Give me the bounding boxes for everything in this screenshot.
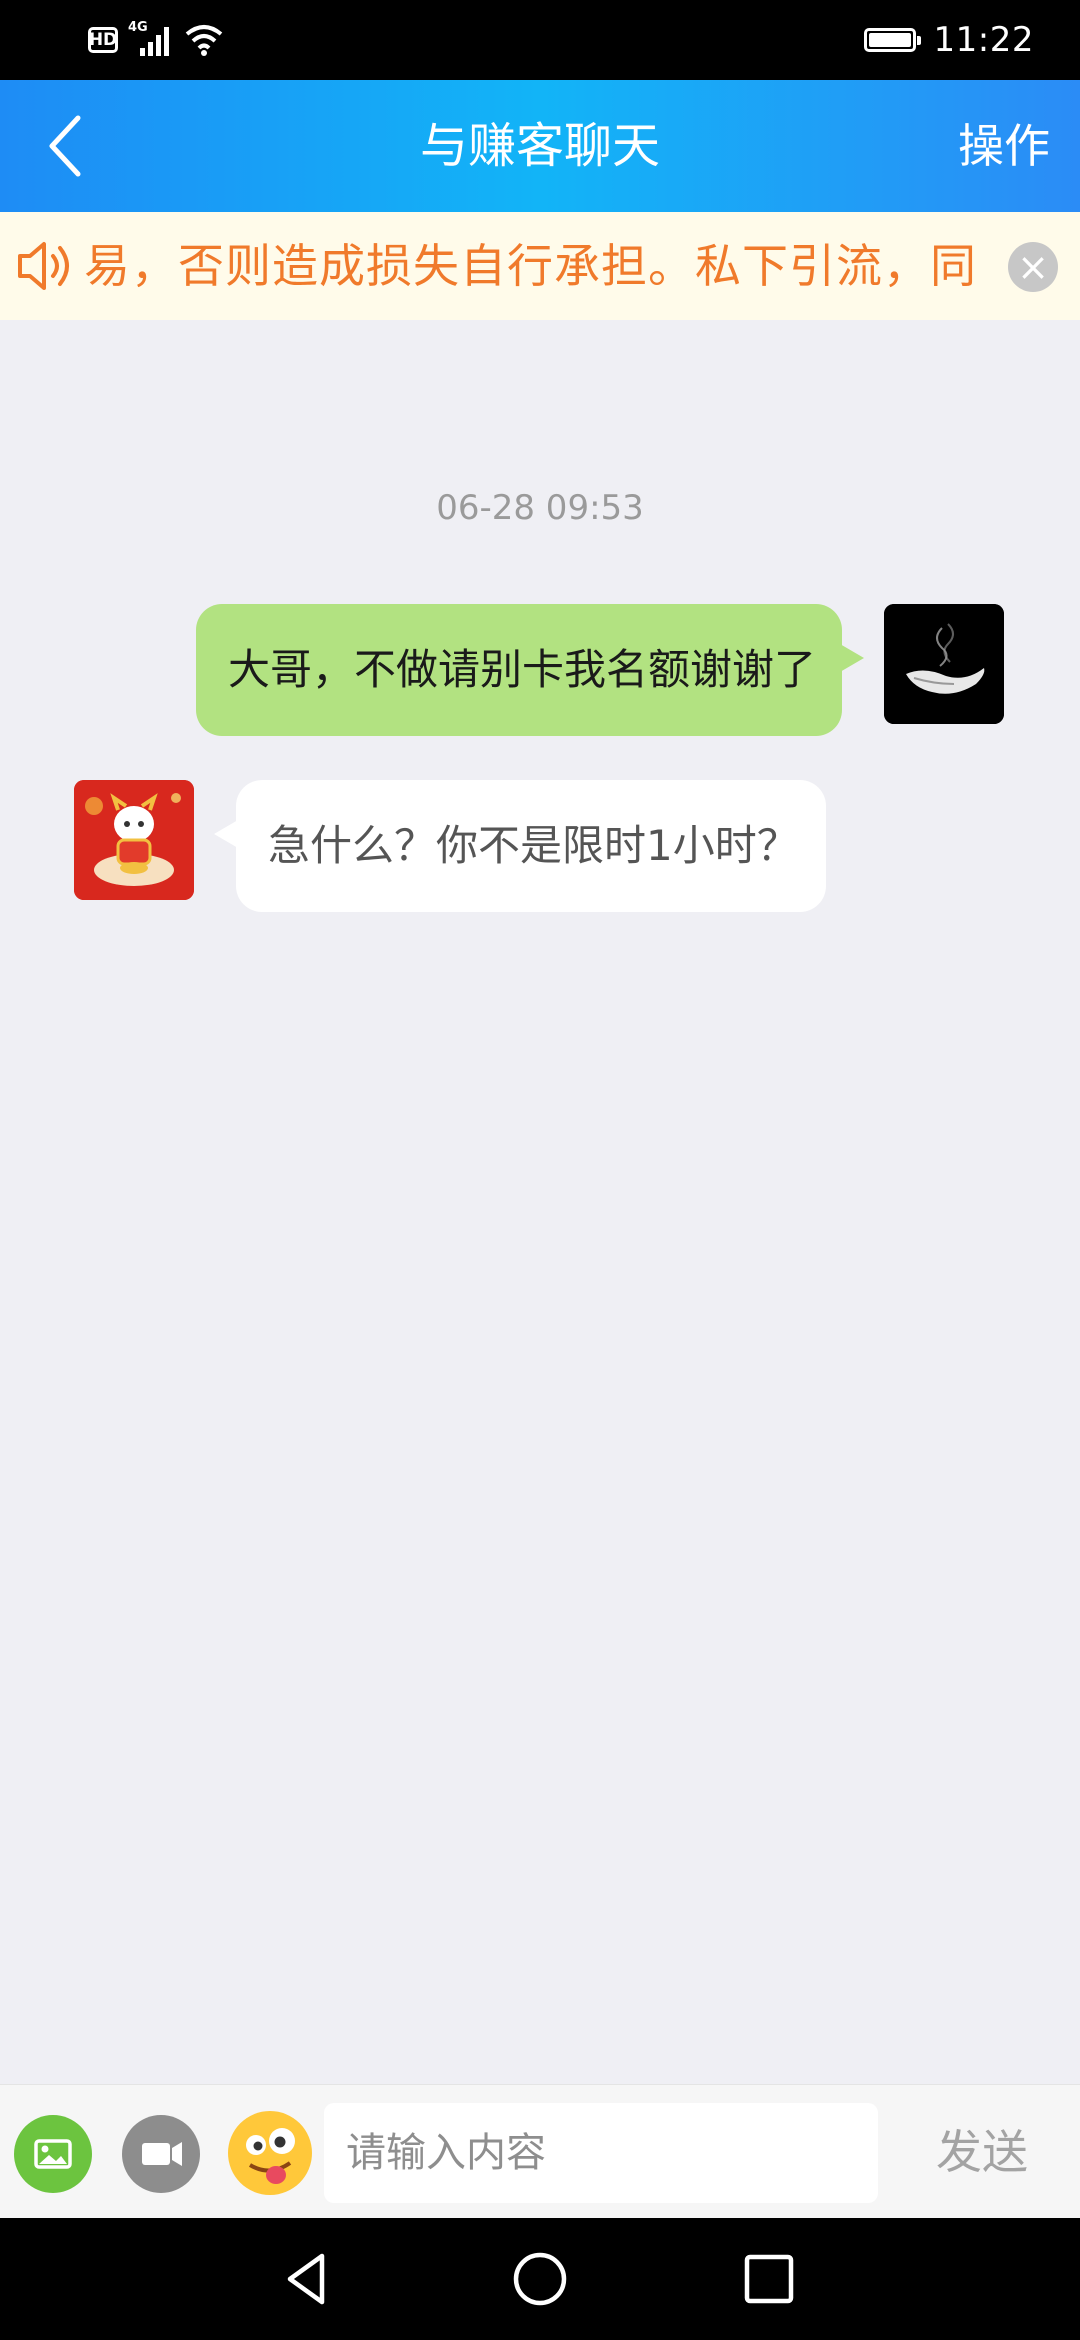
notice-bar: 易，否则造成损失自行承担。私下引流，同 × — [0, 212, 1080, 320]
mascot-avatar-image — [74, 780, 194, 900]
system-recents-button[interactable] — [738, 2248, 800, 2310]
system-home-button[interactable] — [509, 2248, 571, 2310]
video-icon — [142, 2142, 182, 2166]
input-bar: 发送 — [0, 2084, 1080, 2219]
emoji-button[interactable] — [228, 2111, 312, 2195]
status-bar: HD 4G 11:22 — [0, 0, 1080, 80]
chat-timestamp: 06-28 09:53 — [436, 488, 644, 528]
square-recents-icon — [744, 2254, 794, 2304]
close-icon: × — [1017, 245, 1049, 289]
hand-smoke-avatar-image — [884, 604, 1004, 724]
status-time: 11:22 — [933, 20, 1034, 60]
page-title: 与赚客聊天 — [419, 118, 660, 174]
video-button[interactable] — [122, 2115, 200, 2193]
close-notice-button[interactable]: × — [1008, 242, 1058, 292]
wifi-icon — [184, 22, 224, 58]
triangle-back-icon — [287, 2253, 325, 2305]
system-navigation-bar — [0, 2218, 1080, 2340]
avatar-other[interactable] — [74, 780, 194, 900]
message-input[interactable] — [324, 2103, 878, 2203]
image-button[interactable] — [14, 2115, 92, 2193]
avatar-self[interactable] — [884, 604, 1004, 724]
header-bar: 与赚客聊天 操作 — [0, 80, 1080, 212]
send-button[interactable]: 发送 — [936, 2085, 1028, 2219]
system-back-button[interactable] — [278, 2248, 340, 2310]
speaker-icon — [16, 236, 78, 296]
status-left: HD 4G — [88, 20, 224, 60]
action-button[interactable]: 操作 — [958, 80, 1050, 212]
message-bubble-outgoing[interactable]: 大哥，不做请别卡我名额谢谢了 — [196, 604, 864, 736]
image-icon — [34, 2139, 72, 2169]
battery-icon — [863, 28, 921, 52]
notice-text: 易，否则造成损失自行承担。私下引流，同 — [84, 239, 977, 293]
status-right: 11:22 — [863, 18, 1034, 62]
signal-icon: 4G — [128, 20, 174, 58]
circle-home-icon — [513, 2252, 567, 2306]
message-bubble-incoming[interactable]: 急什么？你不是限时1小时？ — [214, 780, 826, 912]
hd-badge: HD — [88, 27, 118, 53]
emoji-icon — [229, 2112, 311, 2194]
